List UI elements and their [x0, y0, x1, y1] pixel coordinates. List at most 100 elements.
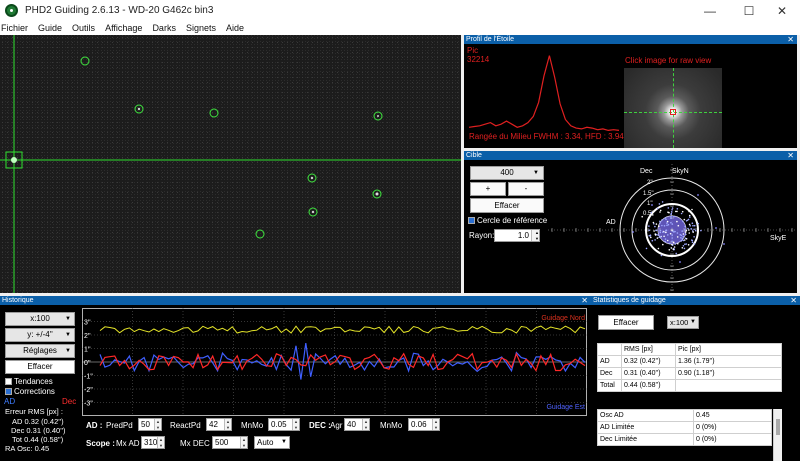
fwhm-readout: Rangée du Milieu FWHM : 3.34, HFD : 3.94…	[469, 132, 634, 141]
menu-help[interactable]: Aide	[221, 22, 249, 35]
target-point	[675, 252, 677, 255]
target-point	[673, 215, 675, 218]
ad-minmo-input[interactable]: 0.05 ▲ ▼	[268, 418, 300, 431]
target-point	[684, 229, 686, 231]
close-icon[interactable]: ✕	[787, 151, 794, 160]
max-dec-input[interactable]: 500 ▲ ▼	[212, 436, 248, 449]
y-scale-select[interactable]: y: +/-4'' ▼	[5, 328, 75, 342]
target-point	[657, 234, 660, 236]
target-point	[660, 254, 663, 257]
target-point	[680, 234, 683, 237]
target-point	[656, 237, 659, 239]
target-point	[676, 236, 679, 238]
target-point	[648, 229, 650, 231]
reactpd-input[interactable]: 42 ▲ ▼	[206, 418, 232, 431]
chevron-down-icon: ▼	[65, 348, 71, 354]
target-point	[681, 230, 683, 232]
target-point	[672, 241, 675, 244]
menu-view[interactable]: Affichage	[100, 22, 147, 35]
menu-tools[interactable]: Outils	[67, 22, 100, 35]
target-point	[693, 236, 695, 238]
guide-history-graph: 3'' 2'' 1'' 0'' -1'' -2'' -3''	[82, 308, 587, 416]
reference-circle-checkbox[interactable]: Cercle de référence	[468, 216, 547, 225]
corrections-checkbox[interactable]: Corrections	[5, 387, 55, 396]
target-point	[676, 220, 678, 223]
snr-trace	[99, 325, 586, 334]
phd2-window: PHD2 Guiding 2.6.13 - WD-20 G462c bin3 —…	[0, 0, 800, 461]
target-point	[632, 231, 634, 233]
target-scale-select[interactable]: 400 ▼	[470, 166, 544, 180]
target-point	[692, 224, 694, 227]
predpd-input[interactable]: 50 ▲ ▼	[138, 418, 162, 431]
profile-pane-title: Profil de l'Étoile	[466, 36, 515, 43]
menu-guide[interactable]: Guide	[33, 22, 67, 35]
menu-darks[interactable]: Darks	[147, 22, 181, 35]
target-point	[667, 234, 669, 236]
target-point	[673, 231, 675, 233]
close-button[interactable]: ✕	[764, 0, 800, 22]
target-point	[654, 239, 656, 241]
radius-input[interactable]: 1.0 ▲ ▼	[494, 229, 540, 242]
x-scale-select[interactable]: x:100 ▼	[5, 312, 75, 326]
target-point	[683, 247, 686, 250]
target-point	[689, 216, 691, 218]
target-point	[662, 243, 664, 246]
history-clear-button[interactable]: Effacer	[5, 360, 75, 374]
target-point	[659, 229, 662, 232]
close-icon[interactable]: ✕	[581, 296, 588, 305]
ra-osc: RA Osc: 0.45	[5, 444, 50, 453]
y-tick-label: 3''	[84, 320, 91, 327]
ring-label: 2''	[647, 180, 653, 186]
target-point	[662, 231, 664, 233]
app-icon	[5, 4, 18, 17]
ring-label: 0.5''	[643, 211, 654, 217]
table-row: Osc AD 0.45	[597, 409, 772, 422]
target-point	[666, 239, 669, 242]
maximize-button[interactable]: ☐	[731, 0, 767, 22]
target-point	[670, 247, 673, 249]
menu-bar: Fichier Guide Outils Affichage Darks Sig…	[0, 22, 800, 35]
camera-view[interactable]	[0, 35, 461, 293]
settings-select[interactable]: Réglages ▼	[5, 344, 75, 358]
menu-file[interactable]: Fichier	[0, 22, 33, 35]
target-point	[682, 235, 685, 238]
close-icon[interactable]: ✕	[787, 35, 794, 44]
dec-mode-select[interactable]: Auto ▼	[254, 436, 290, 449]
target-point	[656, 233, 658, 236]
stats-scrollbar[interactable]	[773, 409, 782, 461]
trends-checkbox[interactable]: Tendances	[5, 377, 53, 386]
camera-overlay	[0, 35, 461, 293]
minimize-button[interactable]: —	[692, 0, 728, 22]
target-point	[691, 222, 694, 224]
table-row: Dec 0.31 (0.40'') 0.90 (1.18'')	[597, 367, 782, 380]
profile-body[interactable]: Pic 32214 Rangée du Milieu FWHM : 3.34, …	[464, 44, 797, 148]
menu-bookmarks[interactable]: Signets	[181, 22, 221, 35]
table-header-row: RMS [px] Pic [px]	[597, 343, 782, 356]
axis-label-skyn: SkyN	[672, 168, 689, 175]
target-point	[666, 222, 668, 224]
stats-clear-button[interactable]: Effacer	[598, 315, 654, 330]
stats-scale-select[interactable]: x:100 ▼	[667, 316, 699, 329]
y-tick-label: -2''	[84, 387, 93, 394]
star-thumbnail[interactable]	[624, 68, 722, 148]
target-point	[665, 229, 667, 232]
target-point	[671, 234, 673, 236]
target-chart: Dec SkyN AD SkyE 2'' 1.5'' 1'' 0.5''	[548, 164, 796, 293]
target-point	[667, 223, 670, 226]
target-point	[659, 222, 661, 224]
target-point	[658, 203, 661, 205]
spin-arrows-icon[interactable]: ▲ ▼	[531, 230, 539, 241]
zoom-in-button[interactable]: +	[470, 182, 506, 196]
target-point	[645, 247, 648, 250]
max-ad-input[interactable]: 310 ▲ ▼	[141, 436, 165, 449]
dec-aggr-input[interactable]: 40 ▲ ▼	[344, 418, 370, 431]
zoom-out-button[interactable]: -	[508, 182, 544, 196]
close-icon[interactable]: ✕	[790, 296, 797, 305]
y-tick-label: 2''	[84, 333, 91, 340]
dec-minmo-input[interactable]: 0.06 ▲ ▼	[408, 418, 440, 431]
target-point	[684, 239, 686, 241]
target-pane-header: Cible ✕	[464, 151, 797, 160]
target-clear-button[interactable]: Effacer	[470, 198, 544, 213]
target-point	[693, 228, 695, 231]
spin-arrows-icon: ▲ ▼	[154, 419, 161, 430]
